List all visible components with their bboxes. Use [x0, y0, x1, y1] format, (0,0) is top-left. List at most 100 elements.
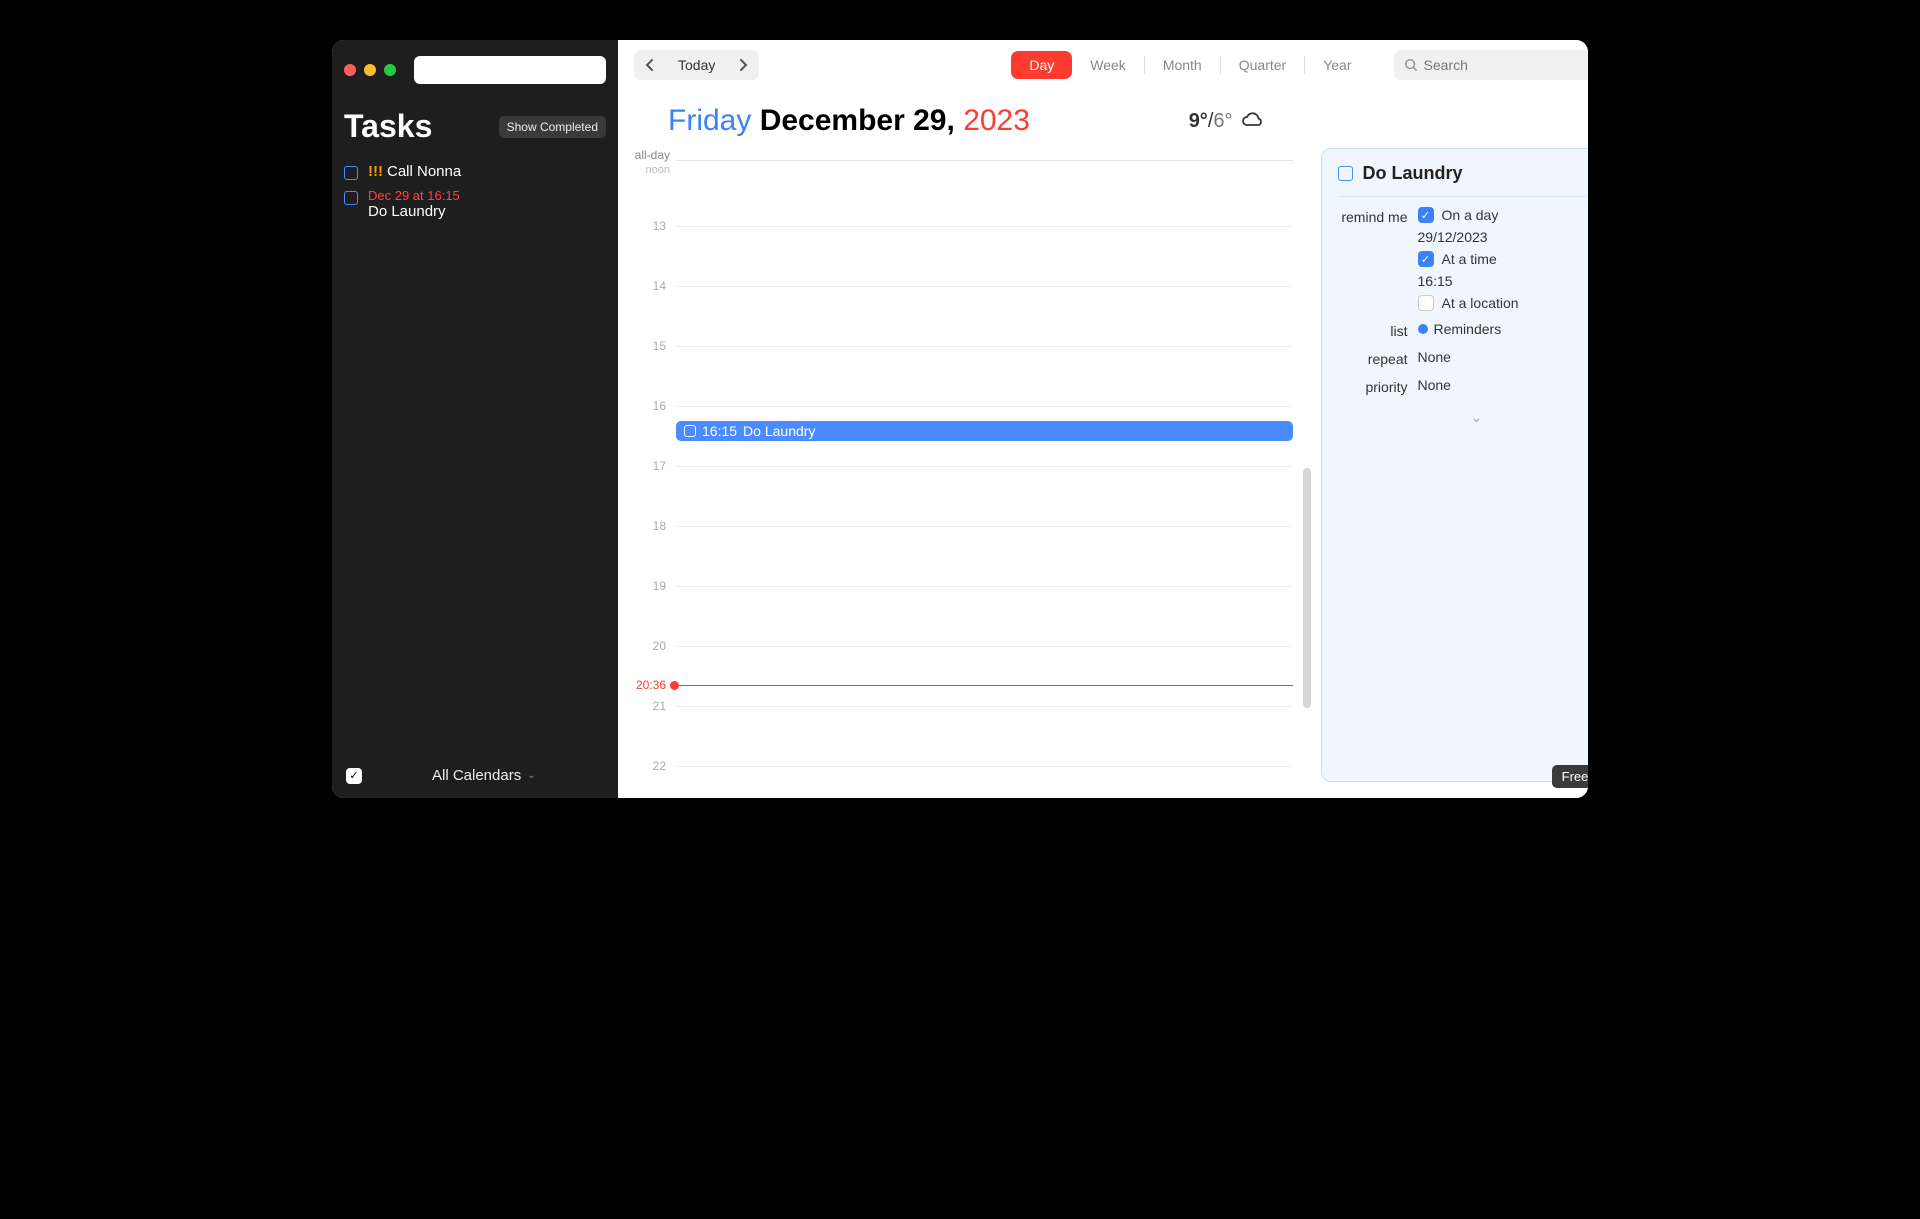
- tab-month[interactable]: Month: [1145, 51, 1220, 79]
- allday-label: all-day: [628, 148, 670, 162]
- scrollbar-thumb[interactable]: [1303, 468, 1311, 708]
- hour-label: 17: [628, 459, 666, 473]
- weather-low: 6°: [1213, 110, 1232, 132]
- sidebar-title-row: Tasks Show Completed: [344, 108, 606, 145]
- detail-header: Do Laundry: [1338, 163, 1589, 197]
- onaday-option[interactable]: ✓ On a day: [1418, 207, 1589, 223]
- hour-line: [676, 286, 1293, 287]
- unchecked-checkbox-icon[interactable]: [1418, 295, 1434, 311]
- show-completed-button[interactable]: Show Completed: [499, 116, 606, 138]
- content-row: all-day noon 13 14 15: [618, 148, 1588, 798]
- hour-line: [676, 586, 1293, 587]
- date-monthday: December 29: [760, 104, 947, 137]
- hour-line: [676, 766, 1293, 767]
- atlocation-option[interactable]: At a location: [1418, 295, 1589, 311]
- tab-week[interactable]: Week: [1072, 51, 1144, 79]
- priority-row[interactable]: priority None: [1338, 377, 1589, 395]
- chevron-left-icon: [644, 58, 654, 72]
- hour-line: [676, 346, 1293, 347]
- hour-label: 18: [628, 519, 666, 533]
- today-button[interactable]: Today: [664, 50, 729, 80]
- chevron-down-icon: ⌄: [527, 770, 535, 781]
- day-timeline[interactable]: all-day noon 13 14 15: [628, 148, 1321, 798]
- tab-year[interactable]: Year: [1305, 51, 1369, 79]
- date-heading: Friday December 29, 2023: [668, 104, 1030, 138]
- task-checkbox[interactable]: [344, 191, 358, 205]
- atlocation-label: At a location: [1442, 295, 1519, 311]
- remindme-row: remind me ✓ On a day 29/12/2023 ✓ At a t…: [1338, 207, 1589, 311]
- event-title: Do Laundry: [743, 423, 815, 439]
- minimize-window-icon[interactable]: [364, 64, 376, 76]
- next-day-button[interactable]: [729, 50, 759, 80]
- weather-high: 9°: [1189, 110, 1208, 132]
- repeat-row[interactable]: repeat None: [1338, 349, 1589, 367]
- prev-day-button[interactable]: [634, 50, 664, 80]
- atatime-label: At a time: [1442, 251, 1497, 267]
- task-content: !!! Call Nonna: [368, 163, 606, 180]
- hour-label: 22: [628, 759, 666, 773]
- atatime-option[interactable]: ✓ At a time: [1418, 251, 1589, 267]
- close-window-icon[interactable]: [344, 64, 356, 76]
- task-item[interactable]: !!! Call Nonna: [344, 159, 606, 184]
- date-header: Friday December 29, 2023 9°/6°: [618, 90, 1588, 148]
- sidebar-search-input[interactable]: [414, 56, 606, 84]
- task-list: !!! Call Nonna Dec 29 at 16:15 Do Laundr…: [344, 159, 606, 224]
- date-dayname: Friday: [668, 104, 751, 137]
- atatime-value[interactable]: 16:15: [1418, 273, 1589, 289]
- fullscreen-window-icon[interactable]: [384, 64, 396, 76]
- hour-line: [676, 226, 1293, 227]
- search-box[interactable]: [1394, 50, 1589, 80]
- all-calendars-dropdown[interactable]: All Calendars ⌄: [432, 767, 536, 784]
- onaday-label: On a day: [1442, 207, 1499, 223]
- tab-day[interactable]: Day: [1011, 51, 1072, 79]
- tab-quarter[interactable]: Quarter: [1221, 51, 1304, 79]
- list-color-dot-icon: [1418, 324, 1428, 334]
- expand-chevron-icon[interactable]: ⌄: [1338, 409, 1589, 426]
- current-time-indicator: 20:36: [628, 678, 1293, 692]
- list-row[interactable]: list Reminders: [1338, 321, 1589, 339]
- sidebar-title: Tasks: [344, 108, 432, 145]
- onaday-value[interactable]: 29/12/2023: [1418, 229, 1589, 245]
- task-item[interactable]: Dec 29 at 16:15 Do Laundry: [344, 184, 606, 224]
- hour-line: [676, 706, 1293, 707]
- current-time-line: [679, 685, 1293, 686]
- task-title: Call Nonna: [387, 163, 461, 180]
- detail-title[interactable]: Do Laundry: [1363, 163, 1463, 184]
- event-checkbox[interactable]: [684, 425, 696, 437]
- main-area: Today Day Week Month Quarter Year: [618, 40, 1588, 798]
- date-year: 2023: [963, 104, 1030, 137]
- hour-label: 19: [628, 579, 666, 593]
- detail-checkbox[interactable]: [1338, 166, 1353, 181]
- hour-grid: 13 14 15 16: [628, 170, 1301, 798]
- toolbar: Today Day Week Month Quarter Year: [618, 40, 1588, 90]
- repeat-value: None: [1418, 349, 1589, 365]
- date-nav-group: Today: [634, 50, 759, 80]
- hour-line: [676, 406, 1293, 407]
- app-window: Tasks Show Completed !!! Call Nonna Dec …: [332, 40, 1588, 798]
- hour-label: 13: [628, 219, 666, 233]
- date-comma: ,: [947, 104, 955, 137]
- task-title: Do Laundry: [368, 203, 606, 220]
- hour-label: 15: [628, 339, 666, 353]
- weather-widget[interactable]: 9°/6°: [1189, 109, 1265, 133]
- footer-checkbox-icon[interactable]: ✓: [346, 768, 362, 784]
- search-icon: [1404, 58, 1418, 72]
- checked-checkbox-icon[interactable]: ✓: [1418, 251, 1434, 267]
- sidebar-footer: ✓ All Calendars ⌄: [346, 767, 604, 784]
- sidebar: Tasks Show Completed !!! Call Nonna Dec …: [332, 40, 618, 798]
- checked-checkbox-icon[interactable]: ✓: [1418, 207, 1434, 223]
- repeat-label: repeat: [1338, 349, 1408, 367]
- task-detail-panel: Do Laundry remind me ✓ On a day 29/12/20…: [1321, 148, 1589, 782]
- hour-line: [676, 646, 1293, 647]
- remindme-label: remind me: [1338, 207, 1408, 225]
- hour-label: 21: [628, 699, 666, 713]
- task-checkbox[interactable]: [344, 166, 358, 180]
- search-input[interactable]: [1424, 57, 1589, 73]
- current-time-dot-icon: [670, 681, 679, 690]
- free-mode-badge[interactable]: Free Mode: [1552, 765, 1588, 788]
- priority-value: None: [1418, 377, 1589, 393]
- calendar-event[interactable]: 16:15 Do Laundry: [676, 421, 1293, 441]
- all-calendars-label: All Calendars: [432, 767, 521, 784]
- view-switcher: Day Week Month Quarter Year: [1011, 51, 1369, 79]
- window-controls: [344, 56, 606, 84]
